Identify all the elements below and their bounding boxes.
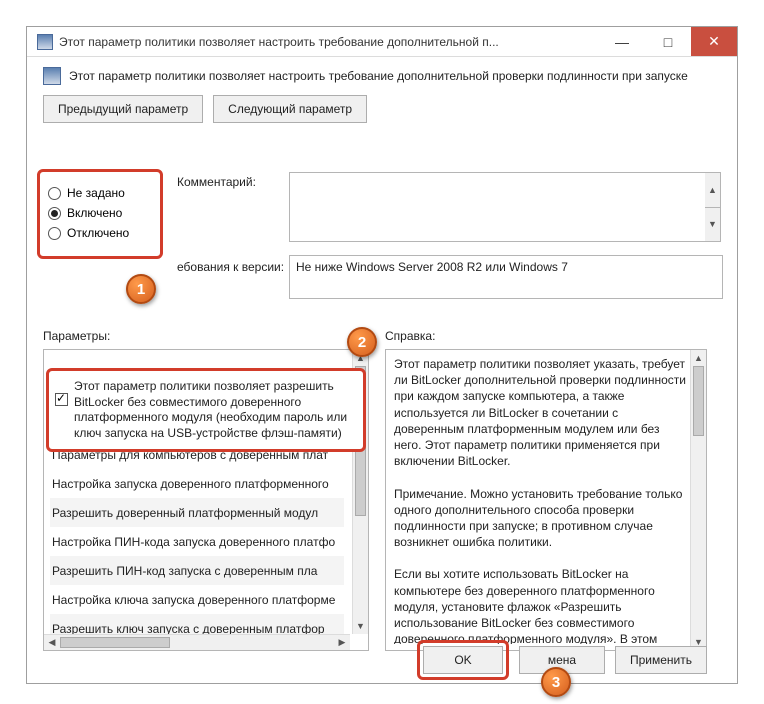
scroll-up-icon[interactable]: ▲: [705, 173, 720, 208]
options-list: Параметры для компьютеров с доверенным п…: [44, 440, 350, 632]
radio-enabled[interactable]: Включено: [48, 206, 152, 220]
help-section-label: Справка:: [385, 329, 435, 343]
content-area: Этот параметр политики позволяет настрои…: [27, 57, 737, 683]
titlebar[interactable]: Этот параметр политики позволяет настрои…: [27, 27, 737, 57]
scroll-down-icon[interactable]: ▼: [353, 618, 368, 634]
window-title: Этот параметр политики позволяет настрои…: [59, 35, 599, 49]
scroll-down-icon[interactable]: ▼: [705, 208, 720, 242]
list-item: Настройка ПИН-кода запуска доверенного п…: [50, 527, 344, 556]
callout-2: 2: [347, 327, 377, 357]
scroll-thumb[interactable]: [693, 366, 704, 436]
radio-icon: [48, 187, 61, 200]
radio-disabled[interactable]: Отключено: [48, 226, 152, 240]
dialog-footer: OK мена Применить: [27, 637, 737, 683]
params-section-label: Параметры:: [43, 329, 110, 343]
allow-without-tpm-label: Этот параметр политики позволяет разреши…: [74, 379, 357, 441]
callout-3: 3: [541, 667, 571, 697]
allow-without-tpm-option: Этот параметр политики позволяет разреши…: [46, 368, 366, 452]
next-setting-button[interactable]: Следующий параметр: [213, 95, 367, 123]
help-text: Этот параметр политики позволяет указать…: [394, 356, 688, 644]
maximize-button[interactable]: □: [645, 27, 691, 56]
app-icon: [37, 34, 53, 50]
policy-title: Этот параметр политики позволяет настрои…: [69, 69, 688, 83]
list-item: Настройка запуска доверенного платформен…: [50, 469, 344, 498]
list-item[interactable]: Разрешить ПИН-код запуска с доверенным п…: [50, 556, 344, 585]
radio-not-configured[interactable]: Не задано: [48, 186, 152, 200]
params-pane: Этот параметр политики позволяет разреши…: [43, 349, 369, 651]
version-label: ебования к версии:: [177, 260, 284, 274]
list-item[interactable]: Разрешить доверенный платформенный модул: [50, 498, 344, 527]
apply-button[interactable]: Применить: [615, 646, 707, 674]
state-radio-group: Не задано Включено Отключено: [37, 169, 163, 259]
radio-icon: [48, 207, 61, 220]
radio-label: Не задано: [67, 186, 125, 200]
help-pane: Этот параметр политики позволяет указать…: [385, 349, 707, 651]
list-item: Настройка ключа запуска доверенного плат…: [50, 585, 344, 614]
prev-setting-button[interactable]: Предыдущий параметр: [43, 95, 203, 123]
minimize-button[interactable]: —: [599, 27, 645, 56]
policy-editor-window: Этот параметр политики позволяет настрои…: [26, 26, 738, 684]
scroll-up-icon[interactable]: ▲: [691, 350, 706, 366]
radio-label: Включено: [67, 206, 122, 220]
ok-button[interactable]: OK: [423, 646, 503, 674]
radio-icon: [48, 227, 61, 240]
policy-icon: [43, 67, 61, 85]
comment-input[interactable]: [289, 172, 707, 242]
comment-scrollbar[interactable]: ▲ ▼: [705, 172, 721, 242]
help-scrollbar[interactable]: ▲ ▼: [690, 350, 706, 650]
radio-label: Отключено: [67, 226, 129, 240]
allow-without-tpm-checkbox[interactable]: [55, 393, 68, 406]
callout-1: 1: [126, 274, 156, 304]
version-value: Не ниже Windows Server 2008 R2 или Windo…: [289, 255, 723, 299]
close-button[interactable]: ✕: [691, 27, 737, 56]
ok-highlight: OK: [417, 640, 509, 680]
comment-label: Комментарий:: [177, 175, 256, 189]
